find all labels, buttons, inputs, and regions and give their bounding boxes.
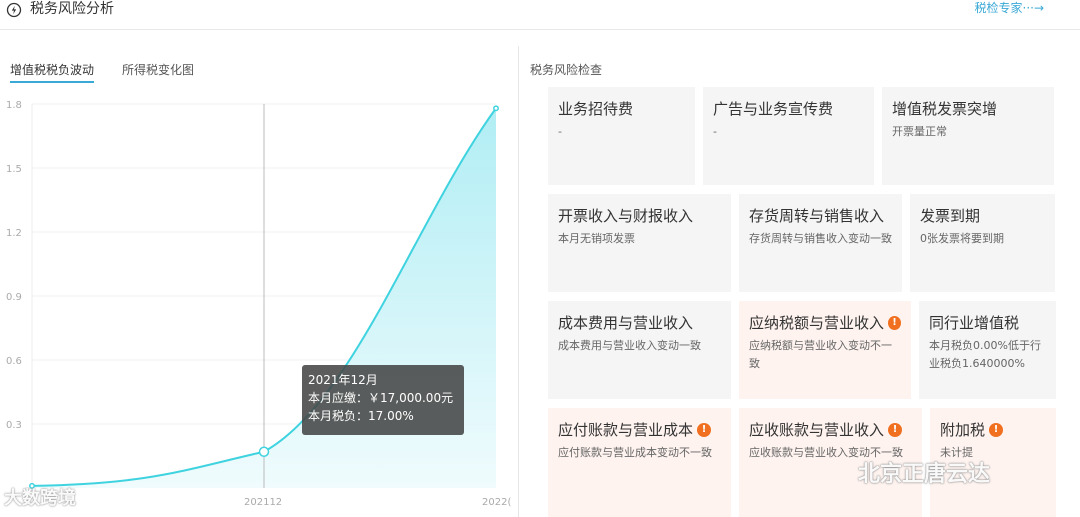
card-title: 开票收入与财报收入	[558, 206, 721, 226]
card-title: 应收账款与营业收入!	[749, 420, 912, 440]
tooltip-date: 2021年12月	[308, 373, 378, 387]
y-tick-label: 0.9	[6, 292, 22, 303]
section-divider	[518, 46, 519, 517]
card-title-text: 成本费用与营业收入	[558, 314, 694, 332]
card-title-text: 应收账款与营业收入	[749, 421, 885, 439]
tab-vat-fluctuation[interactable]: 增值税税负波动	[10, 62, 95, 83]
card-title: 应纳税额与营业收入!	[749, 313, 901, 333]
card-description: -	[558, 125, 562, 138]
y-tick-label: 1.8	[6, 100, 22, 111]
card-title-text: 广告与业务宣传费	[713, 100, 834, 118]
warning-icon: !	[888, 316, 901, 330]
card-invoice-vs-financial[interactable]: 开票收入与财报收入本月无销项发票	[548, 194, 731, 292]
warning-icon: !	[697, 423, 712, 437]
tooltip-burden: 本月税负：17.00%	[308, 409, 414, 423]
card-title-text: 附加税	[940, 421, 986, 439]
card-title-text: 应纳税额与营业收入	[749, 314, 885, 332]
card-title-text: 增值税发票突增	[892, 100, 998, 118]
warning-icon: !	[989, 423, 1004, 437]
x-tick-label: 2022(	[482, 497, 511, 508]
card-title: 业务招待费	[558, 99, 685, 119]
vat-burden-chart: 1.8 1.5 1.2 0.9 0.6 0.3 202112 2022( 2021年12月 本…	[0, 96, 511, 517]
card-title: 附加税!	[940, 420, 1046, 440]
x-tick-label: 202112	[244, 497, 282, 508]
page-title: 税务风险分析	[30, 1, 114, 17]
card-title-text: 应付账款与营业成本	[558, 421, 694, 439]
card-title: 广告与业务宣传费	[713, 99, 864, 119]
card-title-text: 业务招待费	[558, 100, 634, 118]
y-tick-label: 1.2	[6, 228, 22, 239]
tab-income-tax-chart[interactable]: 所得税变化图	[122, 62, 194, 78]
card-title: 成本费用与营业收入	[558, 313, 721, 333]
card-description: 开票量正常	[892, 125, 947, 138]
card-cost-vs-revenue[interactable]: 成本费用与营业收入成本费用与营业收入变动一致	[548, 301, 731, 399]
card-business-entertainment[interactable]: 业务招待费 -	[548, 87, 695, 185]
warning-icon: !	[888, 423, 903, 437]
data-point[interactable]	[493, 105, 499, 112]
card-inventory-vs-sales[interactable]: 存货周转与销售收入存货周转与销售收入变动一致	[739, 194, 902, 292]
card-title: 同行业增值税	[929, 313, 1046, 333]
card-description: 本月税负0.00%低于行业税负1.640000%	[929, 339, 1041, 370]
y-tick-label: 1.5	[6, 164, 22, 175]
card-title: 发票到期	[920, 206, 1045, 226]
tax-expert-link[interactable]: 税检专家···→	[975, 0, 1045, 16]
card-description: 存货周转与销售收入变动一致	[749, 232, 892, 245]
y-tick-label: 0.3	[6, 420, 22, 431]
lightning-circle-icon	[6, 2, 22, 18]
card-advertising[interactable]: 广告与业务宣传费 -	[703, 87, 874, 185]
data-point[interactable]	[258, 446, 270, 457]
card-vat-invoice-surge[interactable]: 增值税发票突增开票量正常	[882, 87, 1054, 185]
risk-section-title: 税务风险检查	[530, 63, 603, 77]
card-description: 应纳税额与营业收入变动不一致	[749, 339, 892, 370]
card-payables-vs-cost[interactable]: 应付账款与营业成本! 应付账款与营业成本变动不一致	[548, 408, 731, 517]
card-description: -	[713, 125, 717, 138]
card-description: 应付账款与营业成本变动不一致	[558, 446, 712, 459]
card-title: 应付账款与营业成本!	[558, 420, 721, 440]
chart-canvas: 1.8 1.5 1.2 0.9 0.6 0.3 202112 2022(	[6, 100, 511, 508]
card-industry-vat[interactable]: 同行业增值税本月税负0.00%低于行业税负1.640000%	[919, 301, 1056, 399]
card-description: 成本费用与营业收入变动一致	[558, 339, 701, 352]
card-title: 增值税发票突增	[892, 99, 1044, 119]
card-description: 0张发票将要到期	[920, 232, 1004, 245]
card-title-text: 开票收入与财报收入	[558, 207, 694, 225]
card-title-text: 存货周转与销售收入	[749, 207, 885, 225]
page-header: 税务风险分析 税检专家···→	[0, 0, 1080, 30]
card-title-text: 同行业增值税	[929, 314, 1020, 332]
card-invoice-expiry[interactable]: 发票到期 0张发票将要到期	[910, 194, 1055, 292]
tooltip-payable: 本月应缴：￥17,000.00元	[308, 391, 454, 405]
chart-tooltip: 2021年12月 本月应缴：￥17,000.00元 本月税负：17.00%	[302, 365, 464, 435]
y-tick-label: 0.6	[6, 356, 22, 367]
card-title: 存货周转与销售收入	[749, 206, 892, 226]
watermark-left: 大数跨境	[4, 488, 76, 509]
watermark-right: 北京正唐云达	[858, 462, 991, 487]
card-tax-payable-vs-revenue[interactable]: 应纳税额与营业收入! 应纳税额与营业收入变动不一致	[739, 301, 911, 399]
card-description: 本月无销项发票	[558, 232, 635, 245]
card-title-text: 发票到期	[920, 207, 981, 225]
